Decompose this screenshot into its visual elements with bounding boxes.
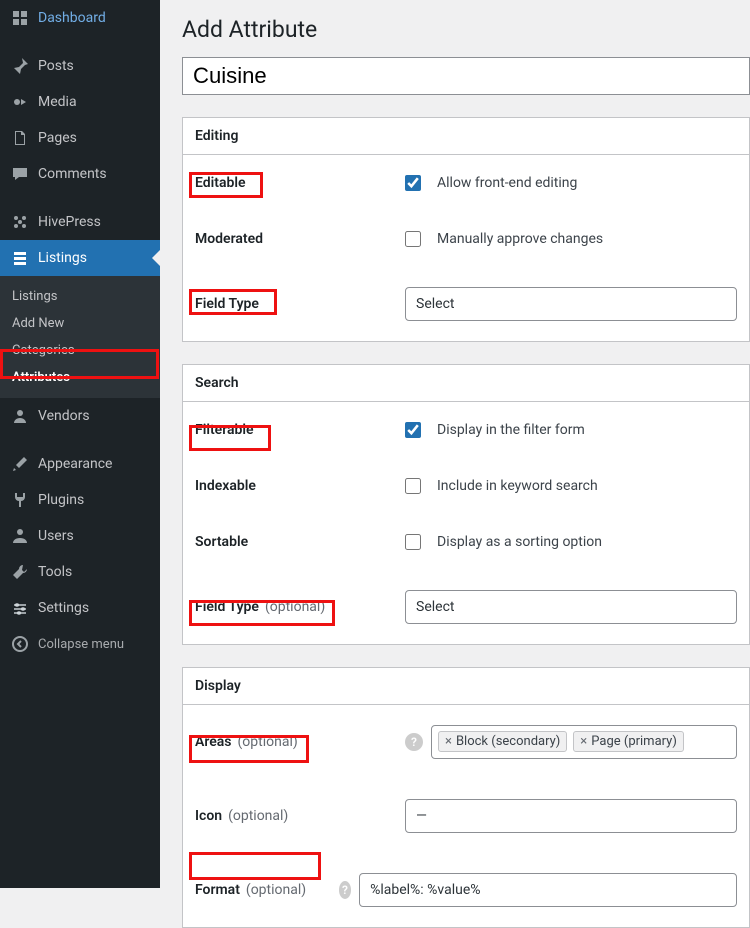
sidebar-label: Users xyxy=(38,528,74,544)
editing-panel: Editing Editable Allow front-end editing… xyxy=(182,117,750,342)
sidebar-item-comments[interactable]: Comments xyxy=(0,156,160,192)
pages-icon xyxy=(10,128,30,148)
display-panel: Display Areas (optional) ? ×Block (secon… xyxy=(182,667,750,928)
sidebar-label: Posts xyxy=(38,58,74,74)
editable-checkbox[interactable] xyxy=(405,175,421,191)
sidebar-label: Settings xyxy=(38,600,89,616)
areas-tags-input[interactable]: ×Block (secondary) ×Page (primary) xyxy=(431,725,737,759)
comment-icon xyxy=(10,164,30,184)
sidebar-item-settings[interactable]: Settings xyxy=(0,590,160,626)
submenu-listings[interactable]: Listings xyxy=(0,283,160,310)
display-head: Display xyxy=(183,668,749,705)
tag-remove-icon[interactable]: × xyxy=(580,734,587,749)
format-label: Format (optional) xyxy=(195,882,339,898)
search-panel: Search Filterable Display in the filter … xyxy=(182,364,750,645)
help-icon[interactable]: ? xyxy=(339,881,351,899)
sidebar-item-appearance[interactable]: Appearance xyxy=(0,446,160,482)
tag-block[interactable]: ×Block (secondary) xyxy=(438,731,567,752)
sortable-checkbox[interactable] xyxy=(405,534,421,550)
sidebar-label: Listings xyxy=(38,250,87,266)
sidebar-label: Appearance xyxy=(38,456,112,472)
editable-desc: Allow front-end editing xyxy=(437,175,577,191)
tag-page[interactable]: ×Page (primary) xyxy=(573,731,684,752)
search-head: Search xyxy=(183,365,749,402)
sidebar-label: Vendors xyxy=(38,408,90,424)
search-fieldtype-select[interactable]: Select xyxy=(405,590,737,624)
sidebar-label: Tools xyxy=(38,564,72,580)
search-fieldtype-label: Field Type (optional) xyxy=(195,599,405,615)
sidebar-label: Plugins xyxy=(38,492,84,508)
indexable-checkbox[interactable] xyxy=(405,478,421,494)
fieldtype-select[interactable]: Select xyxy=(405,287,737,321)
submenu-attributes[interactable]: Attributes xyxy=(0,364,160,391)
sidebar-item-dashboard[interactable]: Dashboard xyxy=(0,0,160,36)
dashboard-icon xyxy=(10,8,30,28)
icon-select[interactable]: — xyxy=(405,799,737,833)
tools-icon xyxy=(10,562,30,582)
sidebar-item-hivepress[interactable]: HivePress xyxy=(0,204,160,240)
plug-icon xyxy=(10,490,30,510)
sidebar-label: Comments xyxy=(38,166,107,182)
collapse-menu[interactable]: Collapse menu xyxy=(0,626,160,662)
collapse-label: Collapse menu xyxy=(38,637,124,652)
editable-label: Editable xyxy=(195,175,405,191)
sidebar-item-posts[interactable]: Posts xyxy=(0,48,160,84)
page-title: Add Attribute xyxy=(182,16,750,43)
moderated-desc: Manually approve changes xyxy=(437,231,603,247)
submenu-addnew[interactable]: Add New xyxy=(0,310,160,337)
attribute-name-input[interactable] xyxy=(182,57,750,95)
editing-head: Editing xyxy=(183,118,749,155)
sortable-label: Sortable xyxy=(195,534,405,550)
sidebar-item-plugins[interactable]: Plugins xyxy=(0,482,160,518)
icon-label: Icon (optional) xyxy=(195,808,405,824)
sidebar-label: Pages xyxy=(38,130,77,146)
filterable-checkbox[interactable] xyxy=(405,422,421,438)
hive-icon xyxy=(10,212,30,232)
main-content: Add Attribute Editing Editable Allow fro… xyxy=(160,0,750,928)
admin-sidebar: Dashboard Posts Media Pages Comments Hiv… xyxy=(0,0,160,888)
format-input[interactable]: %label%: %value% xyxy=(359,873,737,907)
sidebar-item-pages[interactable]: Pages xyxy=(0,120,160,156)
indexable-label: Indexable xyxy=(195,478,405,494)
fieldtype-label: Field Type xyxy=(195,296,405,312)
indexable-desc: Include in keyword search xyxy=(437,478,598,494)
users-icon xyxy=(10,526,30,546)
sidebar-item-media[interactable]: Media xyxy=(0,84,160,120)
sidebar-item-listings[interactable]: Listings xyxy=(0,240,160,276)
submenu-categories[interactable]: Categories xyxy=(0,337,160,364)
filterable-desc: Display in the filter form xyxy=(437,422,585,438)
moderated-checkbox[interactable] xyxy=(405,231,421,247)
sidebar-item-vendors[interactable]: Vendors xyxy=(0,398,160,434)
sidebar-item-tools[interactable]: Tools xyxy=(0,554,160,590)
user-icon xyxy=(10,406,30,426)
sidebar-label: HivePress xyxy=(38,214,101,230)
areas-label: Areas (optional) xyxy=(195,734,405,750)
sidebar-submenu: Listings Add New Categories Attributes xyxy=(0,276,160,398)
sidebar-label: Dashboard xyxy=(38,10,106,26)
settings-icon xyxy=(10,598,30,618)
moderated-label: Moderated xyxy=(195,231,405,247)
collapse-icon xyxy=(10,634,30,654)
media-icon xyxy=(10,92,30,112)
listings-icon xyxy=(10,248,30,268)
brush-icon xyxy=(10,454,30,474)
sidebar-label: Media xyxy=(38,94,77,110)
tag-remove-icon[interactable]: × xyxy=(445,734,452,749)
help-icon[interactable]: ? xyxy=(405,733,423,751)
sortable-desc: Display as a sorting option xyxy=(437,534,602,550)
sidebar-item-users[interactable]: Users xyxy=(0,518,160,554)
filterable-label: Filterable xyxy=(195,422,405,438)
pin-icon xyxy=(10,56,30,76)
